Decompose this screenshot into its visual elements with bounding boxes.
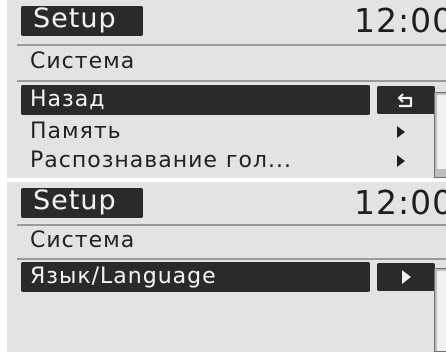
setup-screen-2: Setup 12:00 Система Язык/Language (7, 182, 446, 352)
header: Setup 12:00 (7, 182, 446, 224)
menu-item-label: Назад (30, 87, 106, 112)
menu-item-language[interactable]: Язык/Language (21, 262, 446, 292)
menu-item-memory[interactable]: Память (21, 117, 446, 147)
section-divider (17, 258, 446, 260)
setup-screen-1: Setup 12:00 Система Назад Память Распозн… (7, 0, 446, 178)
chevron-right-icon (402, 270, 411, 284)
menu-item-voice-recognition[interactable]: Распознавание гол... (21, 146, 446, 176)
header: Setup 12:00 (7, 0, 446, 42)
page-title: Setup (33, 185, 117, 216)
enter-button[interactable] (377, 263, 435, 291)
section-title: Система (30, 49, 136, 74)
back-button[interactable] (377, 86, 435, 114)
header-divider (17, 44, 446, 46)
scrollbar[interactable] (434, 92, 446, 178)
menu-item-back[interactable]: Назад (21, 85, 446, 115)
scrollbar-thumb[interactable] (437, 271, 446, 351)
section-title: Система (30, 228, 136, 253)
menu-item-label: Язык/Language (30, 264, 217, 289)
back-icon (397, 93, 413, 108)
chevron-right-icon (397, 155, 405, 167)
menu-item-label: Память (30, 119, 122, 144)
clock: 12:00 (354, 1, 446, 40)
section-divider (17, 80, 446, 82)
chevron-right-icon (397, 126, 405, 138)
scrollbar-thumb[interactable] (437, 95, 446, 169)
menu-item-label: Распознавание гол... (30, 148, 292, 173)
page-title: Setup (33, 3, 117, 34)
clock: 12:00 (354, 183, 446, 222)
scrollbar[interactable] (434, 268, 446, 352)
setup-screenshots: Setup 12:00 Система Назад Память Распозн… (0, 0, 446, 352)
